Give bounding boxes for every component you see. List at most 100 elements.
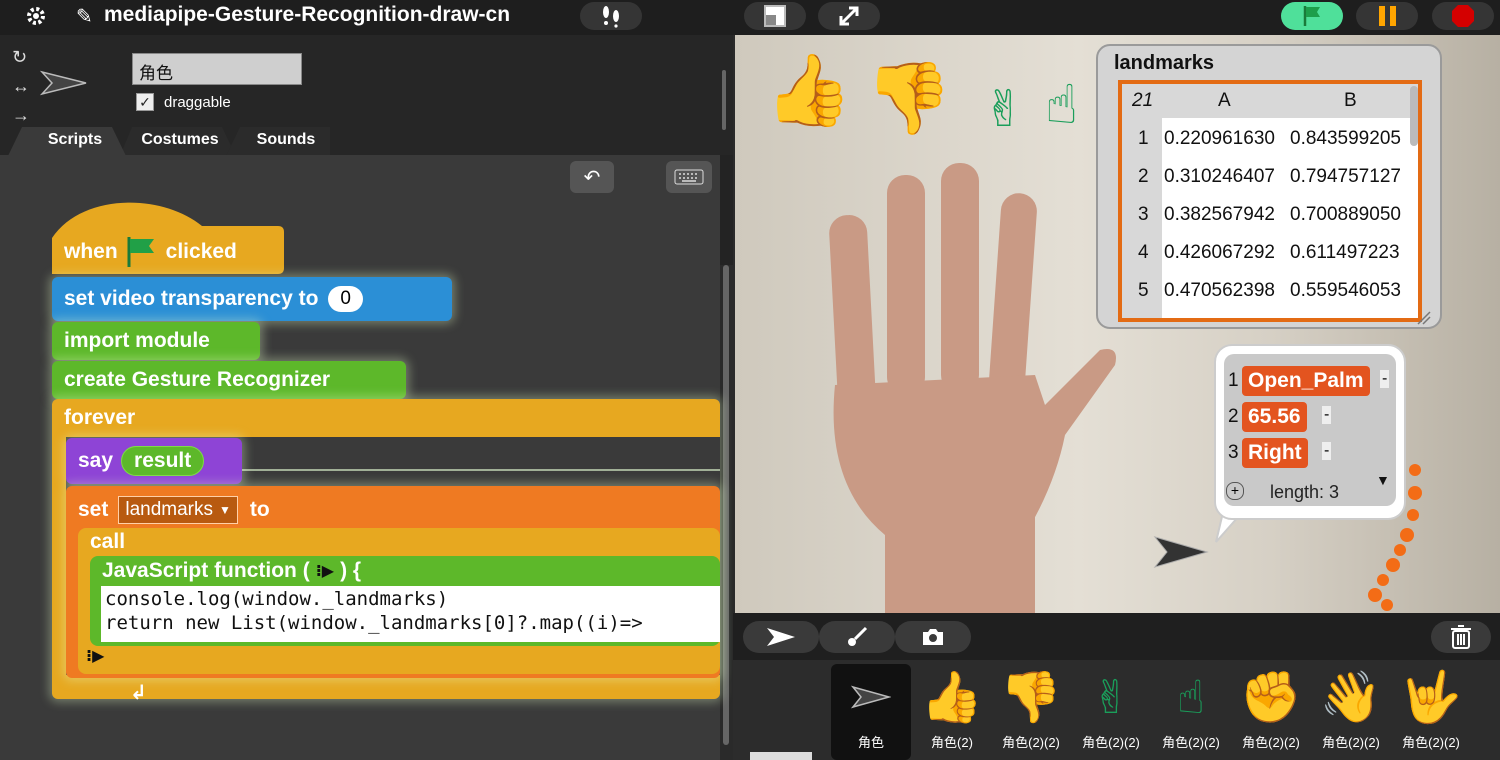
sprite-tile[interactable]: 🤟 角色(2)(2) (1391, 664, 1471, 760)
import-module-block[interactable]: import module (52, 322, 260, 360)
sprite-tile[interactable]: ☝ 角色(2)(2) (1151, 664, 1231, 760)
list-index: 1 (1228, 370, 1239, 391)
green-flag-button[interactable] (1281, 2, 1343, 30)
set-video-transparency-block[interactable]: set video transparency to 0 (52, 277, 452, 321)
sprite-label: 角色(2) (931, 735, 973, 750)
remove-item-button[interactable]: - (1380, 370, 1390, 388)
footprints-button[interactable] (580, 2, 642, 30)
pause-icon (1378, 6, 1396, 26)
list-collapse-arrow-icon[interactable]: ▼ (1376, 472, 1390, 488)
table-cell: 0.220961630 (1164, 128, 1275, 149)
victory-hand-icon[interactable]: ✌ (983, 80, 1025, 138)
sprite-name-input[interactable]: 角色 (132, 53, 302, 85)
stage-thumbnail[interactable] (750, 752, 812, 760)
js-function-end-label: ) { (340, 559, 362, 582)
sprite-arrow-icon (851, 664, 891, 730)
thumbs-up-icon[interactable]: 👍 (765, 55, 852, 125)
top-toolbar: ✎ mediapipe-Gesture-Recognition-draw-cn (0, 0, 1500, 35)
js-function-label: JavaScript function ( (102, 559, 310, 582)
rotate-none-icon[interactable]: → (12, 105, 30, 126)
landmarks-table[interactable]: 21 A B 1 0.220961630 0.843599205 2 0.310… (1118, 80, 1422, 322)
to-label: to (249, 498, 270, 521)
resize-handle-icon[interactable] (1416, 310, 1432, 326)
pointing-up-icon[interactable]: ☝ (1045, 73, 1078, 136)
table-cell: 0.611497223 (1290, 242, 1400, 263)
project-title: mediapipe-Gesture-Recognition-draw-cn (104, 3, 511, 26)
javascript-code-textarea[interactable]: console.log(window._landmarks) return ne… (101, 586, 720, 642)
call-label: call (90, 530, 126, 553)
table-cell: 0.310246407 (1164, 166, 1275, 187)
thumbs-down-icon: 👎 (999, 668, 1063, 725)
raised-fist-icon: ✊ (1239, 668, 1303, 725)
add-turtle-sprite-button[interactable] (743, 621, 819, 653)
result-variable-reporter[interactable]: result (121, 446, 205, 476)
table-scrollbar[interactable] (1410, 86, 1418, 146)
list-index: 2 (1228, 406, 1239, 427)
undo-button[interactable]: ↶ (570, 161, 614, 193)
rotate-any-icon[interactable]: ↻ (12, 47, 27, 68)
row-count: 21 (1132, 90, 1154, 111)
table-cell: 0.700889050 (1290, 204, 1401, 225)
sprite-thumbnail-arrow-icon (40, 70, 87, 96)
remove-item-button[interactable]: - (1322, 442, 1332, 460)
sprite-arrow-icon[interactable] (1153, 535, 1209, 569)
corral-scrollbar[interactable] (722, 70, 726, 130)
row-index: 5 (1138, 280, 1149, 301)
sprite-tile[interactable]: 👋 角色(2)(2) (1311, 664, 1391, 760)
sprite-label: 角色 (857, 735, 884, 750)
variable-name: landmarks (125, 499, 214, 520)
table-cell: 0.843599205 (1290, 128, 1401, 149)
tab-scripts[interactable]: Scripts (22, 125, 128, 155)
sprite-label: 角色(2)(2) (1082, 735, 1140, 750)
stop-button[interactable] (1432, 2, 1494, 30)
sprite-tile[interactable]: 👎 角色(2)(2) (991, 664, 1071, 760)
sprite-tile[interactable]: ✊ 角色(2)(2) (1231, 664, 1311, 760)
keyboard-button[interactable] (666, 161, 712, 193)
variable-dropdown[interactable]: landmarks ▼ (118, 496, 238, 524)
scripts-scrollbar-thumb[interactable] (723, 265, 729, 745)
call-inputs-arrow-icon[interactable]: ⁝▶ (86, 646, 104, 666)
paint-new-sprite-button[interactable] (819, 621, 895, 653)
stage-size-toggle-button[interactable] (744, 2, 806, 30)
remove-item-button[interactable]: - (1322, 406, 1332, 424)
delete-sprite-button[interactable] (1431, 621, 1491, 653)
thumbs-down-icon[interactable]: 👎 (865, 63, 952, 133)
set-video-transparency-label: set video transparency to (64, 287, 319, 310)
say-block[interactable]: say result (66, 438, 242, 484)
pause-button[interactable] (1356, 2, 1418, 30)
set-variable-header: set landmarks ▼ to (66, 492, 326, 528)
tab-sounds[interactable]: Sounds (234, 125, 338, 155)
sprite-tile[interactable]: 👍 角色(2) (912, 664, 992, 760)
javascript-function-header: JavaScript function ( ⁝▶ ) { (90, 556, 510, 586)
landmarks-watcher[interactable]: landmarks 21 A B 1 0.220961630 0.8435992… (1096, 44, 1442, 329)
list-item: Open_Palm (1242, 366, 1370, 396)
add-item-button[interactable]: + (1226, 482, 1244, 500)
table-cell: 0.794757127 (1290, 166, 1401, 187)
result-list-watcher[interactable]: 1 Open_Palm - 2 65.56 - 3 Right - + leng… (1224, 354, 1396, 506)
list-item: 65.56 (1242, 402, 1307, 432)
when-flag-clicked-block[interactable]: when clicked (52, 228, 284, 276)
sprite-tile-selected[interactable]: 角色 (831, 664, 911, 760)
row-index: 3 (1138, 204, 1149, 225)
rotate-flip-icon[interactable]: ↔ (12, 76, 30, 97)
when-label: when (64, 240, 118, 263)
transparency-value-input[interactable]: 0 (328, 286, 363, 312)
sprite-label: 角色(2)(2) (1002, 735, 1060, 750)
fullscreen-button[interactable] (818, 2, 880, 30)
column-header-b: B (1344, 90, 1357, 111)
code-line-1: console.log(window._landmarks) (105, 588, 449, 610)
speech-bubble: 1 Open_Palm - 2 65.56 - 3 Right - + leng… (1214, 344, 1406, 520)
params-arrow-icon[interactable]: ⁝▶ (316, 561, 334, 581)
loop-arrow-icon: ↲ (130, 682, 147, 704)
sprite-toolbar (733, 613, 1500, 660)
sprite-tile[interactable]: ✌ 角色(2)(2) (1071, 664, 1151, 760)
settings-gear-icon[interactable] (16, 2, 56, 30)
scripts-scrollbar-track[interactable] (720, 265, 733, 760)
camera-sprite-button[interactable] (895, 621, 971, 653)
sprite-label: 角色(2)(2) (1242, 735, 1300, 750)
forever-label: forever (64, 406, 136, 429)
hand-video-image (829, 163, 1116, 613)
draggable-checkbox[interactable]: ✓ (136, 93, 154, 111)
tab-costumes[interactable]: Costumes (128, 125, 232, 155)
create-gesture-recognizer-block[interactable]: create Gesture Recognizer (52, 361, 406, 399)
